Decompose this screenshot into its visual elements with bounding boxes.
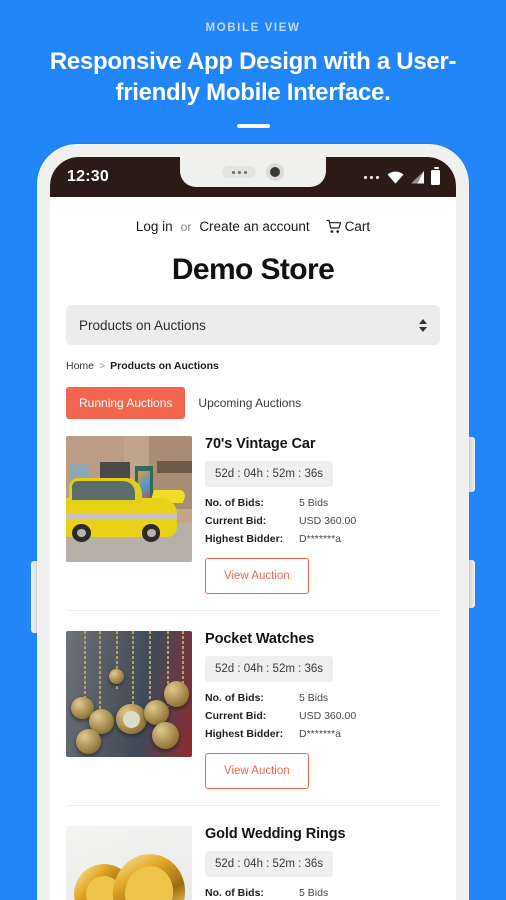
nav-separator: or (180, 219, 192, 234)
login-link[interactable]: Log in (136, 219, 173, 234)
spec-bids-label: No. of Bids: (205, 497, 264, 509)
chevron-updown-icon (419, 318, 427, 332)
spec-bids-label: No. of Bids: (205, 692, 264, 704)
breadcrumb-separator: > (99, 360, 106, 372)
spec-highest-bidder-value: D*******a (299, 533, 342, 545)
spec-bids: No. of Bids: 5 Bids (205, 887, 440, 899)
promo-header: MOBILE VIEW Responsive App Design with a… (0, 0, 506, 129)
spec-highest-bidder-label: Highest Bidder: (205, 533, 284, 545)
spec-bids-value: 5 Bids (299, 497, 329, 509)
spec-highest-bidder-value: D*******a (299, 728, 342, 740)
tab-running-auctions[interactable]: Running Auctions (66, 387, 186, 419)
category-select[interactable]: Products on Auctions (66, 305, 440, 345)
product-card[interactable]: 70's Vintage Car 52d : 04h : 52m : 36s N… (66, 436, 440, 610)
wifi-icon (387, 171, 404, 184)
product-image-vintage-car[interactable] (66, 436, 192, 562)
spec-current-bid-label: Current Bid: (205, 710, 267, 722)
page-title: Demo Store (171, 253, 335, 286)
product-card[interactable]: Gold Wedding Rings 52d : 04h : 52m : 36s… (66, 805, 440, 900)
signal-icon (411, 170, 424, 183)
spec-bids-value: 5 Bids (299, 692, 329, 704)
cart-icon (326, 219, 341, 233)
spec-current-bid: Current Bid: USD 360.00 (205, 515, 440, 527)
spec-highest-bidder: Highest Bidder: D*******a (205, 533, 440, 545)
view-auction-button[interactable]: View Auction (205, 753, 309, 789)
breadcrumb-home[interactable]: Home (66, 360, 94, 372)
phone-screen: 12:30 Log in or Create an account Cart D… (50, 157, 456, 900)
phone-body: 12:30 Log in or Create an account Cart D… (37, 144, 469, 900)
spec-bids-value: 5 Bids (299, 887, 329, 899)
auction-countdown: 52d : 04h : 52m : 36s (205, 656, 334, 682)
product-info: Pocket Watches 52d : 04h : 52m : 36s No.… (205, 631, 440, 789)
spec-current-bid: Current Bid: USD 360.00 (205, 710, 440, 722)
spec-current-bid-value: USD 360.00 (299, 515, 357, 527)
promo-divider (236, 124, 270, 129)
status-bar-time: 12:30 (67, 168, 109, 185)
product-title: 70's Vintage Car (205, 436, 316, 452)
breadcrumb-current: Products on Auctions (110, 360, 219, 372)
product-card[interactable]: Pocket Watches 52d : 04h : 52m : 36s No.… (66, 610, 440, 805)
category-select-value: Products on Auctions (79, 317, 206, 333)
auction-countdown: 52d : 04h : 52m : 36s (205, 851, 334, 877)
spec-highest-bidder-label: Highest Bidder: (205, 728, 284, 740)
spec-current-bid-value: USD 360.00 (299, 710, 357, 722)
product-image-pocket-watches[interactable] (66, 631, 192, 757)
phone-notch (180, 157, 326, 187)
battery-icon (431, 167, 440, 185)
spec-current-bid-label: Current Bid: (205, 515, 267, 527)
spec-bids-label: No. of Bids: (205, 887, 264, 899)
phone-mockup: 12:30 Log in or Create an account Cart D… (0, 140, 506, 900)
spec-highest-bidder: Highest Bidder: D*******a (205, 728, 440, 740)
auction-countdown: 52d : 04h : 52m : 36s (205, 461, 334, 487)
product-specs: No. of Bids: 5 Bids Current Bid: USD 360… (205, 692, 440, 740)
promo-title: Responsive App Design with a User-friend… (49, 48, 457, 106)
view-auction-button[interactable]: View Auction (205, 558, 309, 594)
promo-eyebrow: MOBILE VIEW (205, 22, 301, 34)
front-camera-icon (266, 163, 284, 181)
spec-bids: No. of Bids: 5 Bids (205, 497, 440, 509)
product-title: Gold Wedding Rings (205, 826, 346, 842)
spec-bids: No. of Bids: 5 Bids (205, 692, 440, 704)
create-account-link[interactable]: Create an account (199, 219, 309, 234)
status-bar: 12:30 (50, 157, 456, 197)
product-title: Pocket Watches (205, 631, 315, 647)
product-info: 70's Vintage Car 52d : 04h : 52m : 36s N… (205, 436, 440, 594)
cart-label: Cart (344, 219, 371, 234)
account-nav: Log in or Create an account Cart (50, 197, 456, 234)
breadcrumb: Home > Products on Auctions (66, 360, 440, 372)
more-dots-icon (364, 175, 379, 179)
product-info: Gold Wedding Rings 52d : 04h : 52m : 36s… (205, 826, 440, 900)
product-specs: No. of Bids: 5 Bids Current Bid: USD 360… (205, 887, 440, 900)
status-bar-icons (364, 167, 440, 185)
auction-tabs: Running Auctions Upcoming Auctions (66, 387, 440, 419)
product-specs: No. of Bids: 5 Bids Current Bid: USD 360… (205, 497, 440, 545)
store-page: Log in or Create an account Cart Demo St… (50, 197, 456, 900)
tab-upcoming-auctions[interactable]: Upcoming Auctions (185, 387, 314, 419)
product-image-gold-wedding-rings[interactable] (66, 826, 192, 900)
cart-link[interactable]: Cart (326, 219, 371, 234)
speaker-grill-icon (222, 166, 256, 178)
